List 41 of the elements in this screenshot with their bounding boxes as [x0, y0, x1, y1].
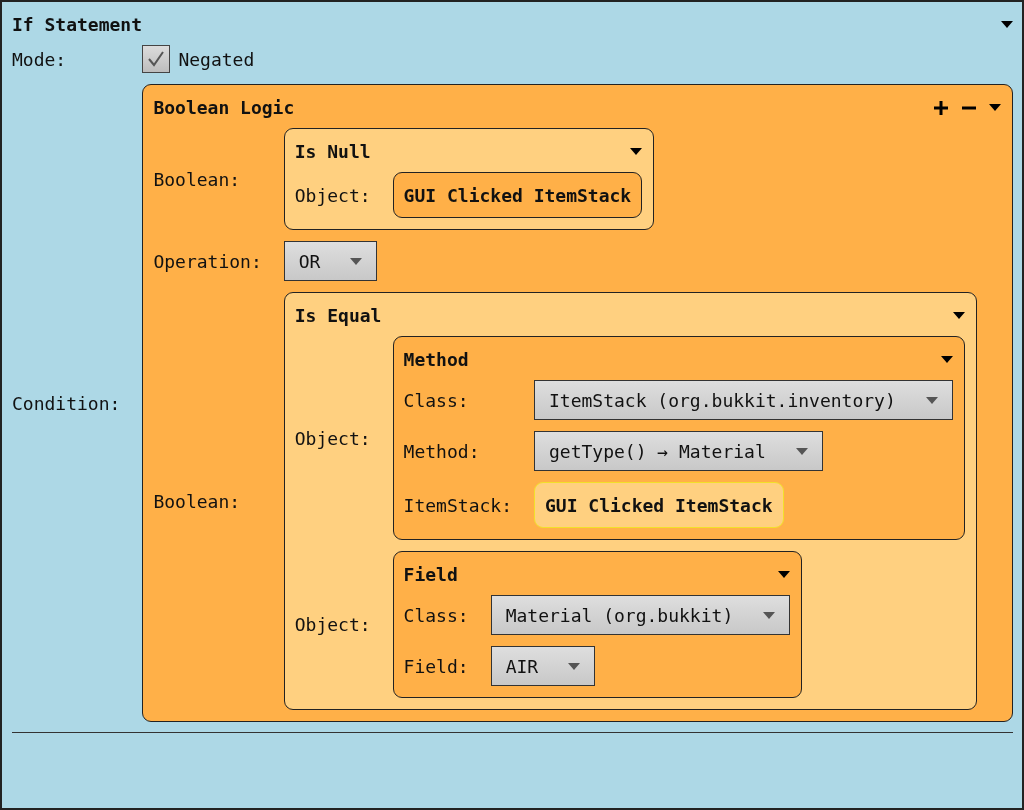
dropdown[interactable]: AIR [490, 646, 596, 686]
collapse-arrow-icon[interactable] [989, 104, 1001, 111]
dropdown[interactable]: OR [283, 241, 378, 281]
field-label: Condition: [12, 392, 121, 414]
collapse-arrow-icon[interactable] [630, 148, 643, 155]
field-label: Boolean: [153, 168, 242, 190]
collapse-arrow-icon[interactable] [952, 312, 965, 319]
caret-icon [795, 447, 808, 455]
block-title: If Statement [12, 14, 143, 35]
field-label: Class: [403, 389, 470, 411]
caret-icon [763, 611, 776, 619]
checkmark-icon [146, 49, 167, 69]
field-label: Object: [294, 184, 371, 206]
field-label: Class: [403, 604, 469, 626]
field-label: Object: [294, 427, 371, 449]
dropdown[interactable]: Material (org.bukkit) [490, 595, 791, 635]
field-label: Operation: [153, 250, 262, 272]
field-label: Object: [294, 614, 371, 635]
field-label: ItemStack: [403, 494, 512, 516]
checkbox[interactable] [142, 45, 171, 73]
add-icon[interactable] [933, 99, 949, 116]
checkbox-label[interactable]: Negated [178, 48, 255, 70]
collapse-arrow-icon[interactable] [940, 356, 953, 363]
value-chip[interactable]: GUI Clicked ItemStack [392, 172, 643, 218]
field-label: Boolean: [153, 490, 242, 512]
value-chip[interactable]: GUI Clicked ItemStack [534, 482, 784, 528]
dropdown[interactable]: ItemStack (org.bukkit.inventory) [534, 380, 953, 420]
dropdown[interactable]: getType() → Material [534, 431, 823, 471]
block-title: Is Null [294, 141, 371, 162]
caret-icon [568, 662, 581, 670]
block-title: Boolean Logic [153, 97, 295, 118]
block-title: Field [403, 564, 458, 585]
block-title: Method [403, 349, 469, 370]
collapse-arrow-icon[interactable] [778, 571, 791, 578]
block-title: Is Equal [294, 305, 382, 326]
caret-icon [350, 257, 363, 265]
field-label: Field: [403, 655, 469, 677]
field-label: Method: [403, 440, 481, 462]
field-label: Mode: [12, 48, 68, 70]
collapse-arrow-icon[interactable] [1001, 21, 1013, 28]
caret-icon [925, 396, 938, 404]
